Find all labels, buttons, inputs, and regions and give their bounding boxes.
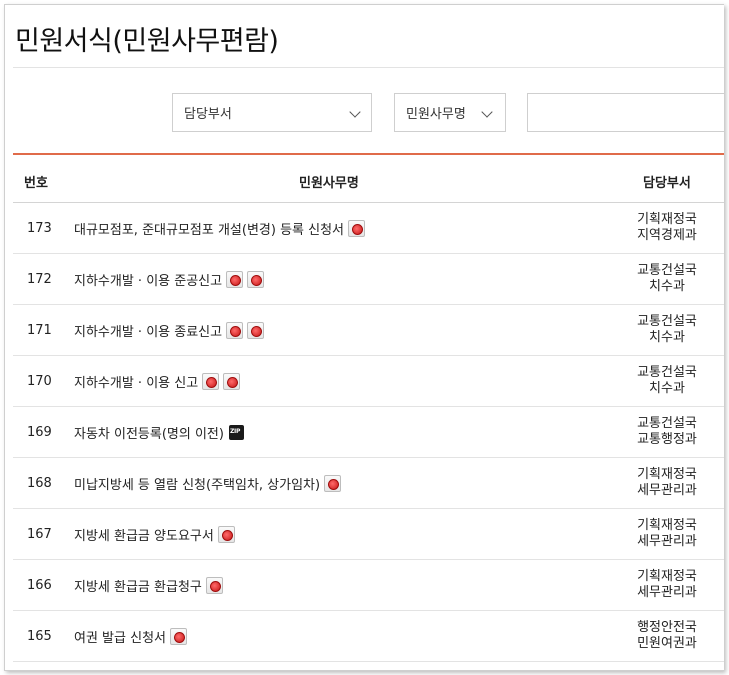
- pdf-file-icon[interactable]: [324, 475, 342, 492]
- row-department: 기획재정국 세무관리과: [627, 569, 707, 601]
- department-select-label: 담당부서: [184, 107, 232, 122]
- table-row: 166 지방세 환급금 환급청구 기획재정국 세무관리과: [13, 560, 724, 611]
- department-bureau: 기획재정국: [637, 569, 697, 584]
- department-bureau: 기획재정국: [637, 518, 697, 533]
- form-title-link[interactable]: 여권 발급 신청서: [74, 627, 166, 646]
- row-department: 교통건설국 교통행정과: [627, 416, 707, 448]
- pdf-file-icon[interactable]: [205, 577, 223, 594]
- row-number: 167: [27, 527, 52, 542]
- chevron-down-icon: [481, 106, 493, 118]
- row-number: 171: [27, 323, 52, 338]
- department-bureau: 교통건설국: [637, 416, 697, 431]
- pdf-file-icon[interactable]: [226, 322, 244, 339]
- department-division: 민원여권과: [637, 636, 697, 651]
- table-row: 170 지하수개발 · 이용 신고 교통건설국 치수과: [13, 356, 724, 407]
- row-department: 기획재정국 세무관리과: [627, 518, 707, 550]
- row-name-cell: 미납지방세 등 열람 신청(주택임차, 상가임차): [74, 474, 342, 493]
- row-name-cell: 지하수개발 · 이용 신고: [74, 372, 241, 391]
- table-row: 173 대규모점포, 준대규모점포 개설(변경) 등록 신청서 기획재정국 지역경제과: [13, 203, 724, 254]
- table-row: 168 미납지방세 등 열람 신청(주택임차, 상가임차) 기획재정국 세무관리과: [13, 458, 724, 509]
- row-name-cell: 지방세 환급금 양도요구서: [74, 525, 235, 544]
- department-bureau: 교통건설국: [637, 365, 697, 380]
- row-department: 교통건설국 치수과: [627, 314, 707, 346]
- department-division: 치수과: [649, 279, 685, 294]
- form-title-link[interactable]: 지하수개발 · 이용 신고: [74, 372, 198, 391]
- affair-name-select[interactable]: 민원사무명: [394, 93, 506, 132]
- department-bureau: 기획재정국: [637, 467, 697, 482]
- row-name-cell: 여권 발급 신청서: [74, 627, 187, 646]
- department-division: 세무관리과: [637, 585, 697, 600]
- department-division: 치수과: [649, 330, 685, 345]
- form-title-link[interactable]: 대규모점포, 준대규모점포 개설(변경) 등록 신청서: [74, 219, 344, 238]
- row-name-cell: 자동차 이전등록(명의 이전): [74, 423, 245, 442]
- row-name-cell: 지하수개발 · 이용 종료신고: [74, 321, 265, 340]
- row-department: 행정안전국 민원여권과: [627, 620, 707, 652]
- department-bureau: 행정안전국: [637, 620, 697, 635]
- department-division: 교통행정과: [637, 432, 697, 447]
- pdf-file-icon[interactable]: [223, 373, 241, 390]
- department-select[interactable]: 담당부서: [172, 93, 372, 132]
- row-number: 168: [27, 476, 52, 491]
- department-bureau: 교통건설국: [637, 263, 697, 278]
- table-header: 번호 민원사무명 담당부서: [13, 153, 724, 203]
- pdf-file-icon[interactable]: [226, 271, 244, 288]
- department-bureau: 기획재정국: [637, 212, 697, 227]
- forms-table: 번호 민원사무명 담당부서 173 대규모점포, 준대규모점포 개설(변경) 등록…: [13, 153, 724, 662]
- department-division: 세무관리과: [637, 534, 697, 549]
- department-division: 세무관리과: [637, 483, 697, 498]
- department-division: 치수과: [649, 381, 685, 396]
- row-number: 166: [27, 578, 52, 593]
- pdf-file-icon[interactable]: [170, 628, 187, 645]
- search-input[interactable]: [527, 93, 724, 132]
- row-name-cell: 지하수개발 · 이용 준공신고: [74, 270, 265, 289]
- row-number: 170: [27, 374, 52, 389]
- pdf-file-icon[interactable]: [247, 271, 265, 288]
- chevron-down-icon: [349, 106, 361, 118]
- form-title-link[interactable]: 지방세 환급금 양도요구서: [74, 525, 214, 544]
- row-department: 교통건설국 치수과: [627, 365, 707, 397]
- form-title-link[interactable]: 자동차 이전등록(명의 이전): [74, 423, 224, 442]
- table-row: 169 자동차 이전등록(명의 이전) 교통건설국교통행정과: [13, 407, 724, 458]
- header-number: 번호: [24, 176, 48, 191]
- row-department: 기획재정국 세무관리과: [627, 467, 707, 499]
- row-number: 165: [27, 629, 52, 644]
- table-body: 173 대규모점포, 준대규모점포 개설(변경) 등록 신청서 기획재정국 지역경제과…: [13, 203, 724, 662]
- pdf-file-icon[interactable]: [247, 322, 265, 339]
- pdf-file-icon[interactable]: [202, 373, 220, 390]
- form-title-link[interactable]: 지방세 환급금 환급청구: [74, 576, 202, 595]
- table-row: 167 지방세 환급금 양도요구서 기획재정국 세무관리과: [13, 509, 724, 560]
- row-name-cell: 대규모점포, 준대규모점포 개설(변경) 등록 신청서: [74, 219, 366, 238]
- header-department: 담당부서: [643, 176, 691, 191]
- row-name-cell: 지방세 환급금 환급청구: [74, 576, 223, 595]
- pdf-file-icon[interactable]: [217, 526, 235, 543]
- department-division: 지역경제과: [637, 228, 697, 243]
- table-row: 171 지하수개발 · 이용 종료신고 교통건설국 치수과: [13, 305, 724, 356]
- page-title: 민원서식(민원사무편람): [15, 26, 279, 57]
- department-bureau: 교통건설국: [637, 314, 697, 329]
- row-number: 169: [27, 425, 52, 440]
- affair-name-select-label: 민원사무명: [406, 107, 466, 122]
- form-title-link[interactable]: 미납지방세 등 열람 신청(주택임차, 상가임차): [74, 474, 320, 493]
- page-frame: 민원서식(민원사무편람) 담당부서 민원사무명 번호 민원사무명 담당부서 17…: [4, 4, 724, 671]
- row-department: 교통건설국 치수과: [627, 263, 707, 295]
- table-row: 172 지하수개발 · 이용 준공신고 교통건설국 치수과: [13, 254, 724, 305]
- header-name: 민원사무명: [299, 176, 359, 191]
- row-department: 기획재정국 지역경제과: [627, 212, 707, 244]
- table-row: 165 여권 발급 신청서 행정안전국 민원여권과: [13, 611, 724, 662]
- pdf-file-icon[interactable]: [348, 220, 366, 237]
- row-number: 173: [27, 221, 52, 236]
- form-title-link[interactable]: 지하수개발 · 이용 준공신고: [74, 270, 222, 289]
- form-title-link[interactable]: 지하수개발 · 이용 종료신고: [74, 321, 222, 340]
- zip-file-icon[interactable]: [228, 424, 245, 441]
- row-number: 172: [27, 272, 52, 287]
- title-divider: [13, 67, 724, 68]
